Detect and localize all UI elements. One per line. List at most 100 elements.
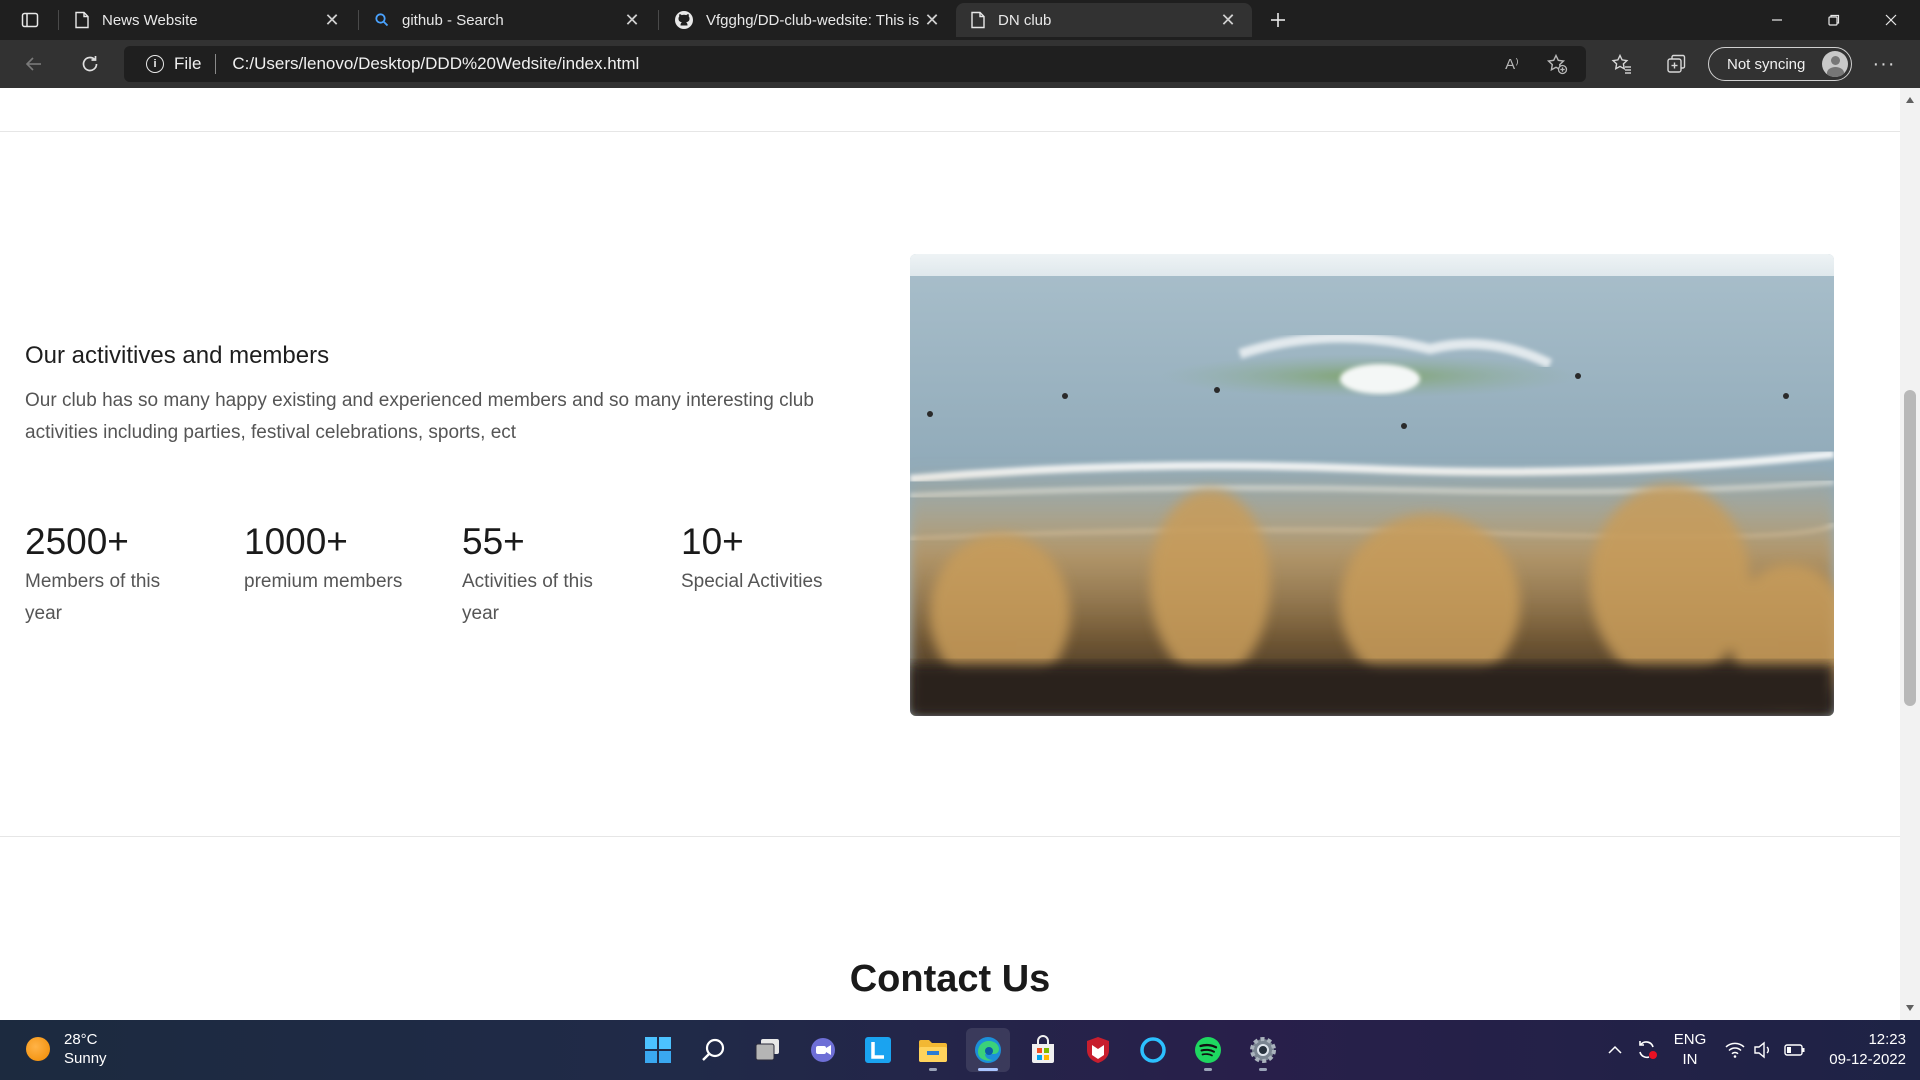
page-icon: [75, 11, 89, 29]
show-hidden-icons-icon[interactable]: [1604, 1020, 1626, 1080]
about-title: Our activitives and members: [25, 342, 330, 369]
page-icon: [971, 11, 985, 29]
minimize-icon: [1771, 19, 1782, 21]
stat-label: Activities of this year: [462, 571, 593, 624]
restore-icon: [1827, 14, 1839, 26]
avatar: [1822, 51, 1848, 77]
read-aloud-icon[interactable]: A⁾: [1498, 50, 1526, 78]
cortana-icon[interactable]: [1131, 1028, 1175, 1072]
windows-taskbar: 28°C Sunny ENG IN 12:23 09-12-2022: [0, 1020, 1920, 1080]
tab-title: News Website: [102, 11, 198, 29]
stat-value: 2500+: [25, 521, 129, 562]
tab-actions-button[interactable]: [12, 6, 48, 34]
new-tab-button[interactable]: [1262, 4, 1294, 36]
clock-time: 12:23: [1868, 1031, 1906, 1048]
scroll-down-icon[interactable]: [1906, 1005, 1914, 1011]
stat-value: 1000+: [244, 521, 348, 562]
weather-temp: 28°C: [64, 1031, 98, 1048]
close-window-button[interactable]: [1862, 0, 1919, 40]
battery-icon[interactable]: [1780, 1020, 1810, 1080]
address-url[interactable]: C:/Users/lenovo/Desktop/DDD%20Wedsite/in…: [232, 54, 639, 74]
task-view-icon[interactable]: [746, 1028, 790, 1072]
github-icon: [675, 11, 693, 29]
close-icon[interactable]: ✕: [622, 10, 642, 30]
scrollbar-thumb[interactable]: [1904, 390, 1916, 706]
close-icon[interactable]: ✕: [922, 10, 942, 30]
browser-toolbar: i File C:/Users/lenovo/Desktop/DDD%20Wed…: [0, 40, 1920, 88]
running-indicator: [1204, 1068, 1212, 1071]
scroll-up-icon[interactable]: [1906, 97, 1914, 103]
tab-title: github - Search: [402, 11, 504, 29]
tab-separator: [58, 10, 59, 30]
sun-icon: [26, 1037, 50, 1061]
contact-heading: Contact Us: [849, 958, 1051, 1000]
stat-special: 10+ Special Activities: [681, 520, 881, 598]
collections-icon[interactable]: [1660, 50, 1692, 78]
wifi-icon[interactable]: [1722, 1020, 1748, 1080]
stat-value: 55+: [462, 521, 525, 562]
favorites-icon[interactable]: [1606, 50, 1638, 78]
tab-github-search[interactable]: github - Search ✕: [360, 3, 656, 37]
windows-start-icon[interactable]: [636, 1028, 680, 1072]
address-scheme: File: [174, 54, 202, 73]
stat-label: Special Activities: [681, 571, 823, 592]
back-button[interactable]: [16, 46, 52, 82]
minimize-button[interactable]: [1748, 0, 1805, 40]
language-code: ENG: [1673, 1031, 1707, 1048]
stat-premium: 1000+ premium members: [244, 520, 444, 598]
search-icon[interactable]: [691, 1028, 735, 1072]
more-options-icon[interactable]: ···: [1868, 50, 1900, 78]
microsoft-store-icon[interactable]: [1021, 1028, 1065, 1072]
tab-separator: [658, 10, 659, 30]
refresh-icon: [82, 56, 98, 72]
spotify-icon[interactable]: [1186, 1028, 1230, 1072]
page-scrollbar[interactable]: [1900, 88, 1920, 1020]
about-text: Our club has so many happy existing and …: [25, 390, 814, 443]
stat-label: premium members: [244, 571, 403, 592]
surf-wave-photo: [910, 254, 1834, 716]
close-icon[interactable]: ✕: [322, 10, 342, 30]
stat-activities: 55+ Activities of this year: [462, 520, 662, 630]
edge-icon[interactable]: [966, 1028, 1010, 1072]
section-divider: [0, 836, 1900, 837]
mcafee-icon[interactable]: [1076, 1028, 1120, 1072]
weather-widget[interactable]: 28°C Sunny: [26, 1030, 107, 1068]
clock-date: 09-12-2022: [1829, 1051, 1906, 1068]
running-indicator: [929, 1068, 937, 1071]
address-divider: [215, 54, 217, 74]
tab-separator: [358, 10, 359, 30]
search-icon: [375, 13, 389, 27]
region-code: IN: [1682, 1051, 1698, 1068]
plus-icon: [1271, 13, 1285, 27]
sync-error-icon[interactable]: [1632, 1020, 1662, 1080]
profile-sync-button[interactable]: Not syncing: [1708, 47, 1852, 81]
tab-title: Vfgghg/DD-club-wedsite: This is: [706, 11, 920, 29]
tab-github-repo[interactable]: Vfgghg/DD-club-wedsite: This is ✕: [660, 3, 956, 37]
stat-value: 10+: [681, 521, 744, 562]
tab-strip: News Website ✕ github - Search ✕ Vfgghg/…: [0, 0, 1920, 40]
l-app-icon[interactable]: [856, 1028, 900, 1072]
clock[interactable]: 12:23 09-12-2022: [1816, 1030, 1906, 1070]
stat-label: Members of this year: [25, 571, 161, 624]
tab-news-website[interactable]: News Website ✕: [60, 3, 356, 37]
sync-label: Not syncing: [1727, 55, 1806, 73]
refresh-button[interactable]: [72, 46, 108, 82]
close-icon[interactable]: ✕: [1218, 10, 1238, 30]
settings-icon[interactable]: [1241, 1028, 1285, 1072]
restore-button[interactable]: [1805, 0, 1862, 40]
weather-condition: Sunny: [64, 1050, 107, 1067]
tab-dn-club[interactable]: DN club ✕: [956, 3, 1252, 37]
address-bar[interactable]: i File C:/Users/lenovo/Desktop/DDD%20Wed…: [124, 46, 1586, 82]
tab-title: DN club: [998, 11, 1052, 29]
add-favorite-icon[interactable]: [1543, 50, 1571, 78]
language-indicator[interactable]: ENG IN: [1668, 1030, 1712, 1070]
page-viewport: Our activitives and members Our club has…: [0, 88, 1900, 1020]
section-divider: [0, 131, 1900, 132]
running-indicator: [1259, 1068, 1267, 1071]
volume-icon[interactable]: [1750, 1020, 1776, 1080]
close-icon: [1885, 14, 1896, 26]
stat-members: 2500+ Members of this year: [25, 520, 225, 630]
teams-chat-icon[interactable]: [801, 1028, 845, 1072]
info-icon[interactable]: i: [146, 55, 164, 73]
file-explorer-icon[interactable]: [911, 1028, 955, 1072]
